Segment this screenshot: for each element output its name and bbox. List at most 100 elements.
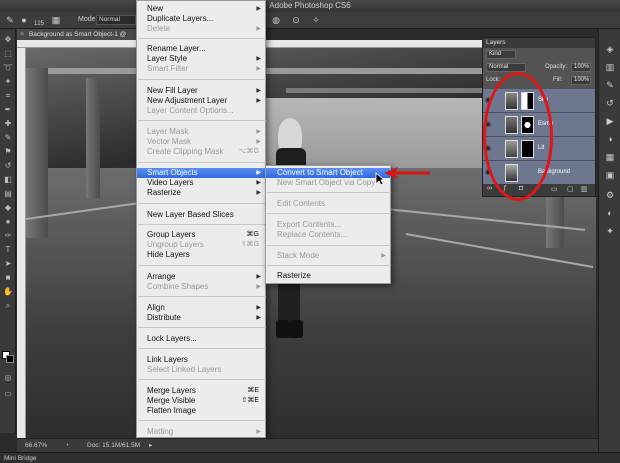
photoshop-window: Adobe Photoshop CS6 ✎ ● 125 ▦ Mode: Norm…	[0, 0, 620, 463]
properties-panel-icon[interactable]: ⚙	[604, 189, 616, 201]
pen-tool-icon[interactable]: ✑	[2, 231, 14, 241]
actions-panel-icon[interactable]: ▶	[604, 115, 616, 127]
menu-item-layer-style[interactable]: Layer Style ▶	[137, 54, 265, 64]
menu-item-merge-visible[interactable]: Merge Visible ⇧⌘E	[137, 396, 265, 406]
submenu-item-replace-contents[interactable]: Replace Contents...	[266, 230, 390, 240]
lasso-tool-icon[interactable]: ➰	[2, 63, 14, 73]
menu-item-smart-filter[interactable]: Smart Filter ▶	[137, 64, 265, 74]
submenu-item-stack-mode[interactable]: Stack Mode ▶	[266, 251, 390, 261]
filter-kind-select[interactable]: Kind	[486, 50, 516, 59]
healing-tool-icon[interactable]: ✚	[2, 119, 14, 129]
type-tool-icon[interactable]: T	[2, 245, 14, 255]
menu-item-flatten-image[interactable]: Flatten Image	[137, 406, 265, 416]
zoom-level[interactable]: 66.67%	[25, 439, 47, 453]
document-size-info[interactable]: Doc: 15.1M/61.5M	[87, 439, 140, 453]
quick-mask-icon[interactable]: ◎	[2, 373, 14, 383]
link-layers-icon[interactable]: ∞	[487, 185, 492, 192]
new-layer-icon[interactable]: ▢	[567, 185, 574, 193]
history-panel-icon[interactable]: ↺	[604, 97, 616, 109]
airbrush-icon[interactable]: ⊙	[290, 14, 302, 26]
status-info-icon[interactable]: ◔	[65, 439, 69, 453]
close-tab-icon[interactable]: ×	[20, 29, 24, 40]
menu-item-ungroup-layers[interactable]: Ungroup Layers ⇧⌘G	[137, 240, 265, 250]
menu-item-rename-layer[interactable]: Rename Layer...	[137, 44, 265, 54]
menu-item-layer-content-options[interactable]: Layer Content Options...	[137, 106, 265, 116]
menu-item-combine-shapes[interactable]: Combine Shapes ▶	[137, 282, 265, 292]
submenu-separator	[267, 245, 391, 246]
menu-item-group-layers[interactable]: Group Layers ⌘G	[137, 230, 265, 240]
adjustments-panel-icon[interactable]: ◐	[604, 207, 616, 219]
history-brush-tool-icon[interactable]: ↺	[2, 161, 14, 171]
menu-item-arrange[interactable]: Arrange ▶	[137, 272, 265, 282]
swatches-panel-icon[interactable]: ▦	[604, 151, 616, 163]
submenu-item-convert-to-smart-object[interactable]: Convert to Smart Object	[266, 168, 390, 178]
new-group-icon[interactable]: ▭	[551, 185, 558, 193]
status-bar: 66.67% ◔ Doc: 15.1M/61.5M ▸	[17, 438, 598, 452]
menu-item-merge-layers[interactable]: Merge Layers ⌘E	[137, 386, 265, 396]
menu-item-smart-objects[interactable]: Smart Objects ▶	[137, 168, 265, 178]
menu-item-duplicate-layers[interactable]: Duplicate Layers...	[137, 14, 265, 24]
brush-tool-icon[interactable]: ✎	[2, 133, 14, 143]
menu-item-layer-mask[interactable]: Layer Mask ▶	[137, 127, 265, 137]
blend-mode-select[interactable]: Normal	[486, 63, 526, 72]
brush-preset-icon[interactable]: ●	[18, 14, 30, 26]
document-tab[interactable]: × Background as Smart Object-1 @	[17, 29, 136, 40]
layers-panel-icon[interactable]: ◈	[604, 43, 616, 55]
screen-mode-icon[interactable]: ▭	[2, 389, 14, 399]
status-menu-arrow-icon[interactable]: ▸	[149, 439, 152, 453]
menu-item-shortcut: ⌘E	[247, 387, 259, 394]
opacity-field[interactable]: 100%	[571, 63, 591, 72]
background-color-swatch[interactable]	[6, 355, 14, 363]
pressure-icon[interactable]: ✧	[310, 14, 322, 26]
menu-item-create-clipping-mask[interactable]: Create Clipping Mask ⌥⌘G	[137, 147, 265, 157]
menu-item-lock-layers[interactable]: Lock Layers...	[137, 334, 265, 344]
eraser-tool-icon[interactable]: ◧	[2, 175, 14, 185]
shape-tool-icon[interactable]: ■	[2, 273, 14, 283]
move-tool-icon[interactable]: ✥	[2, 35, 14, 45]
submenu-item-edit-contents[interactable]: Edit Contents	[266, 199, 390, 209]
styles-panel-icon[interactable]: ▣	[604, 169, 616, 181]
submenu-item-export-contents[interactable]: Export Contents...	[266, 220, 390, 230]
crop-tool-icon[interactable]: ⌗	[2, 91, 14, 101]
brush-panel-icon[interactable]: ✦	[604, 225, 616, 237]
menu-item-new-adjustment-layer[interactable]: New Adjustment Layer ▶	[137, 96, 265, 106]
submenu-item-new-smart-object-via-copy[interactable]: New Smart Object via Copy	[266, 178, 390, 188]
quick-select-tool-icon[interactable]: ✦	[2, 77, 14, 87]
menu-item-matting[interactable]: Matting ▶	[137, 427, 265, 437]
menu-item-distribute[interactable]: Distribute ▶	[137, 313, 265, 323]
color-panel-icon[interactable]: ◑	[604, 133, 616, 145]
menu-item-select-linked-layers[interactable]: Select Linked Layers	[137, 365, 265, 375]
gradient-tool-icon[interactable]: ▤	[2, 189, 14, 199]
marquee-tool-icon[interactable]: ⬚	[2, 49, 14, 59]
menu-item-label: Video Layers	[147, 178, 194, 187]
hand-tool-icon[interactable]: ✋	[2, 287, 14, 297]
menu-item-align[interactable]: Align ▶	[137, 303, 265, 313]
path-select-tool-icon[interactable]: ➤	[2, 259, 14, 269]
dodge-tool-icon[interactable]: ●	[2, 217, 14, 227]
blur-tool-icon[interactable]: ◆	[2, 203, 14, 213]
menu-separator	[138, 38, 266, 39]
trash-icon[interactable]: ▥	[581, 185, 588, 193]
mini-bridge-bar[interactable]: Mini Bridge	[0, 452, 620, 463]
menu-item-rasterize[interactable]: Rasterize ▶	[137, 188, 265, 198]
paths-panel-icon[interactable]: ✎	[604, 79, 616, 91]
brush-panel-icon[interactable]: ▦	[50, 14, 62, 26]
menu-item-new-layer-based-slices[interactable]: New Layer Based Slices	[137, 210, 265, 220]
channels-panel-icon[interactable]: ▥	[604, 61, 616, 73]
layers-panel-tab[interactable]: Layers	[483, 38, 595, 48]
eyedropper-tool-icon[interactable]: ✒	[2, 105, 14, 115]
menu-item-hide-layers[interactable]: Hide Layers	[137, 250, 265, 260]
menu-item-new[interactable]: New ▶	[137, 4, 265, 14]
brush-tool-icon[interactable]: ✎	[4, 14, 16, 26]
mode-select[interactable]: Normal	[96, 15, 136, 25]
flow-icon[interactable]: ◍	[270, 14, 282, 26]
menu-item-video-layers[interactable]: Video Layers ▶	[137, 178, 265, 188]
submenu-item-rasterize[interactable]: Rasterize	[266, 271, 390, 281]
clone-stamp-tool-icon[interactable]: ⚑	[2, 147, 14, 157]
menu-item-delete[interactable]: Delete ▶	[137, 24, 265, 34]
menu-item-new-fill-layer[interactable]: New Fill Layer ▶	[137, 86, 265, 96]
menu-item-vector-mask[interactable]: Vector Mask ▶	[137, 137, 265, 147]
zoom-tool-icon[interactable]: ⌕	[2, 301, 14, 311]
menu-item-link-layers[interactable]: Link Layers	[137, 355, 265, 365]
fill-field[interactable]: 100%	[571, 76, 591, 85]
